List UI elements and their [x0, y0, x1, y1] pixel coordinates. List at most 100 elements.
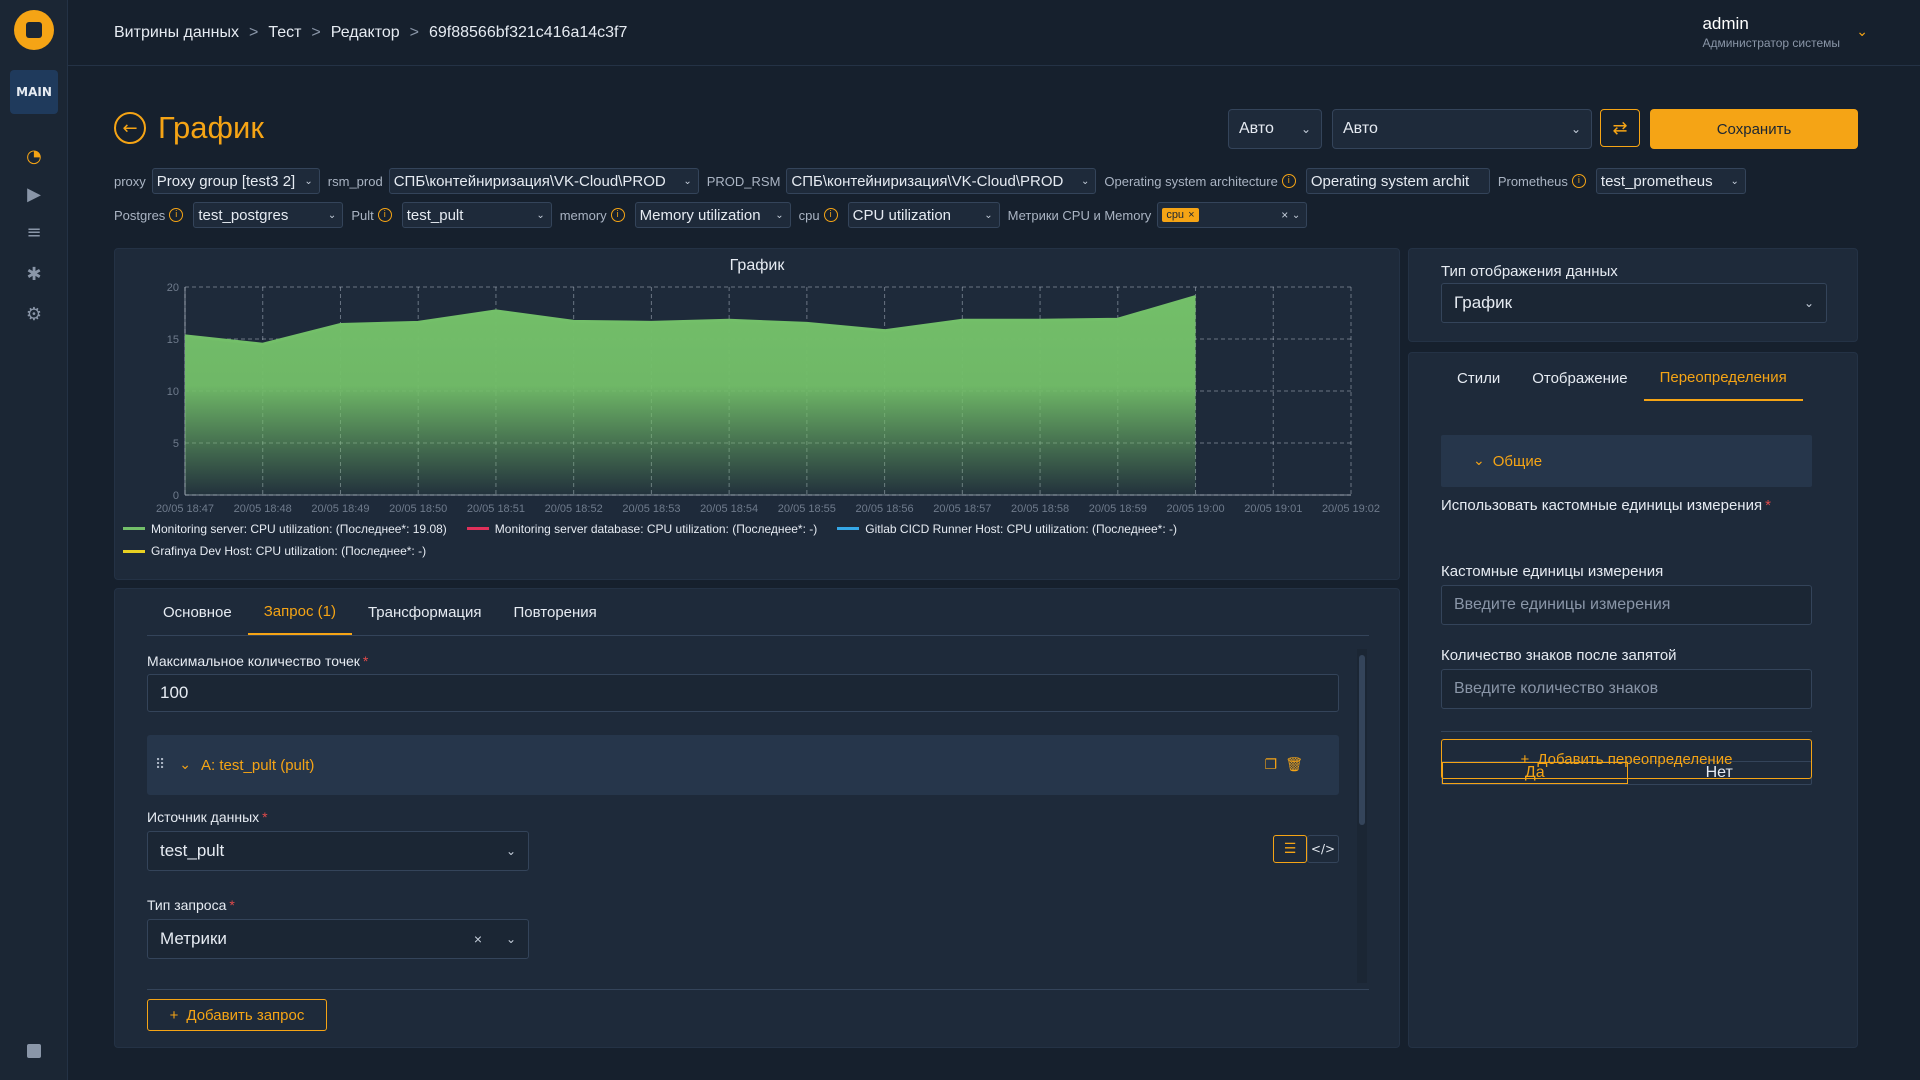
legend-swatch — [837, 527, 860, 530]
legend-item[interactable]: Grafinya Dev Host: CPU utilization: (Пос… — [123, 544, 426, 558]
rsm-prod-select[interactable]: СПБ\контейниризация\VK-Cloud\PROD ⌄ — [388, 168, 699, 194]
info-icon[interactable]: i — [1281, 174, 1296, 188]
copy-icon[interactable]: ❐ — [1264, 757, 1277, 773]
tab-styles[interactable]: Стили — [1441, 355, 1516, 401]
collapse-sidebar-icon[interactable] — [27, 1044, 41, 1058]
x-tick-label: 20/05 18:52 — [545, 503, 603, 515]
back-arrow-icon[interactable]: ← — [114, 112, 146, 144]
database-icon[interactable]: ≡ — [22, 220, 46, 244]
tab-transform[interactable]: Трансформация — [352, 589, 498, 635]
chevron-down-icon: ⌄ — [683, 175, 692, 187]
sidebar: MAIN ◔ ▶ ≡ ✱ ⚙ — [0, 0, 68, 1080]
tab-query[interactable]: Запрос (1) — [247, 589, 352, 635]
x-tick-label: 20/05 18:51 — [467, 503, 525, 515]
breadcrumb: Витрины данных > Тест > Редактор > 69f88… — [114, 24, 627, 42]
label-text: Тип запроса — [147, 897, 227, 913]
scrollbar-thumb[interactable] — [1359, 655, 1365, 825]
chart-legend: Monitoring server: CPU utilization: (Пос… — [123, 519, 1393, 564]
tab-overrides[interactable]: Переопределения — [1643, 355, 1803, 401]
save-button[interactable]: Сохранить — [1650, 109, 1858, 149]
tag-remove-icon[interactable]: × — [1188, 209, 1194, 221]
tab-repeat[interactable]: Повторения — [498, 589, 613, 635]
x-tick-label: 20/05 18:56 — [856, 503, 914, 515]
query-type-select[interactable]: Метрики × ⌄ — [147, 919, 529, 959]
chevron-down-icon: ⌄ — [1300, 122, 1311, 136]
filter-label: Метрики CPU и Memory — [1007, 207, 1152, 223]
chevron-down-icon[interactable]: ⌄ — [1856, 24, 1868, 40]
clear-icon[interactable]: × — [474, 931, 482, 947]
custom-units-input[interactable]: Введите единицы измерения — [1441, 585, 1812, 625]
info-icon[interactable]: i — [377, 208, 392, 222]
info-icon[interactable]: i — [823, 208, 838, 222]
page-scrollbar[interactable] — [1908, 60, 1916, 1070]
legend-label: Gitlab CICD Runner Host: CPU utilization… — [865, 521, 1178, 536]
decimals-input[interactable]: Введите количество знаков — [1441, 669, 1812, 709]
legend-item[interactable]: Monitoring server database: CPU utilizat… — [466, 522, 817, 536]
x-tick-label: 20/05 18:59 — [1089, 503, 1147, 515]
breadcrumb-item[interactable]: Витрины данных — [114, 24, 239, 42]
breadcrumb-item[interactable]: Тест — [268, 24, 301, 42]
y-tick-label: 20 — [167, 282, 179, 294]
tab-basic[interactable]: Основное — [147, 589, 248, 635]
button-label: Добавить переопределение — [1537, 750, 1733, 768]
x-tick-label: 20/05 18:54 — [700, 503, 758, 515]
chevron-down-icon[interactable]: ⌄ — [179, 757, 191, 773]
logo-icon[interactable] — [14, 10, 54, 50]
section-general[interactable]: ⌄ Общие — [1441, 435, 1812, 487]
query-type-label: Тип запроса * — [147, 897, 235, 913]
puzzle-icon[interactable]: ✱ — [22, 262, 46, 286]
refresh-interval-value: Авто — [1343, 120, 1378, 137]
prometheus-select[interactable]: test_prometheus ⌄ — [1595, 168, 1746, 194]
legend-item[interactable]: Gitlab CICD Runner Host: CPU utilization… — [837, 522, 1177, 536]
scrollbar[interactable] — [1357, 649, 1367, 983]
variable-filters: proxy Proxy group [test3 2] ⌄ rsm_prod СП… — [114, 168, 1864, 236]
decimals-label: Количество знаков после запятой — [1441, 647, 1677, 664]
dashboard-icon[interactable]: ◔ — [22, 144, 46, 168]
clear-icon[interactable]: × — [1281, 208, 1288, 222]
add-override-button[interactable]: + Добавить переопределение — [1441, 739, 1812, 779]
x-tick-label: 20/05 18:55 — [778, 503, 836, 515]
drag-handle-icon[interactable]: ⠿ — [155, 757, 165, 773]
filter-value: Operating system archit — [1310, 172, 1470, 190]
add-query-button[interactable]: + Добавить запрос — [147, 999, 327, 1031]
query-header[interactable]: ⠿ ⌄ A: test_pult (pult) ❐ 🗑 — [147, 735, 1339, 795]
prod-rsm-select[interactable]: СПБ\контейниризация\VK-Cloud\PROD ⌄ — [786, 168, 1097, 194]
user-menu[interactable]: admin Администратор системы — [1702, 14, 1840, 50]
gear-icon[interactable]: ⚙ — [22, 302, 46, 326]
postgres-select[interactable]: test_postgres ⌄ — [193, 202, 344, 228]
chevron-down-icon: ⌄ — [775, 209, 784, 221]
chart-panel: График 0 5 10 15 20 20/05 18:47 20/05 18:48 20/… — [114, 248, 1400, 580]
filter-value: Proxy group [test3 2] — [156, 172, 296, 190]
display-type-value: График — [1454, 293, 1513, 312]
display-type-select[interactable]: График ⌄ — [1441, 283, 1827, 323]
code-view-icon[interactable]: </> — [1307, 835, 1339, 863]
main-badge[interactable]: MAIN — [10, 70, 58, 114]
query-panel: Основное Запрос (1) Трансформация Повтор… — [114, 588, 1400, 1048]
legend-item[interactable]: Monitoring server: CPU utilization: (Пос… — [123, 522, 447, 536]
metrics-multiselect[interactable]: cpu × × ⌄ — [1157, 202, 1308, 228]
list-view-icon[interactable]: ☰ — [1273, 835, 1307, 863]
info-icon[interactable]: i — [610, 208, 625, 222]
filter-value: test_pult — [406, 206, 464, 224]
refresh-icon[interactable]: ⇄ — [1600, 109, 1640, 147]
x-tick-label: 20/05 18:57 — [933, 503, 991, 515]
datasource-select[interactable]: test_pult ⌄ — [147, 831, 529, 871]
memory-select[interactable]: Memory utilization ⌄ — [634, 202, 791, 228]
cpu-select[interactable]: CPU utilization ⌄ — [847, 202, 1000, 228]
max-points-input[interactable]: 100 — [147, 674, 1339, 712]
proxy-select[interactable]: Proxy group [test3 2] ⌄ — [151, 168, 320, 194]
tab-display[interactable]: Отображение — [1516, 355, 1643, 401]
time-range-select[interactable]: Авто ⌄ — [1228, 109, 1322, 149]
refresh-interval-select[interactable]: Авто ⌄ — [1332, 109, 1592, 149]
os-arch-select[interactable]: Operating system archit — [1305, 168, 1490, 194]
chevron-down-icon: ⌄ — [505, 844, 516, 858]
trash-icon[interactable]: 🗑 — [1285, 757, 1303, 773]
pult-select[interactable]: test_pult ⌄ — [401, 202, 552, 228]
breadcrumb-item[interactable]: Редактор — [331, 24, 400, 42]
info-icon[interactable]: i — [169, 208, 184, 222]
info-icon[interactable]: i — [1571, 174, 1586, 188]
play-icon[interactable]: ▶ — [22, 182, 46, 206]
chevron-down-icon: ⌄ — [1730, 175, 1739, 187]
filter-label: Postgres — [114, 207, 166, 223]
chevron-down-icon: ⌄ — [1081, 175, 1090, 187]
